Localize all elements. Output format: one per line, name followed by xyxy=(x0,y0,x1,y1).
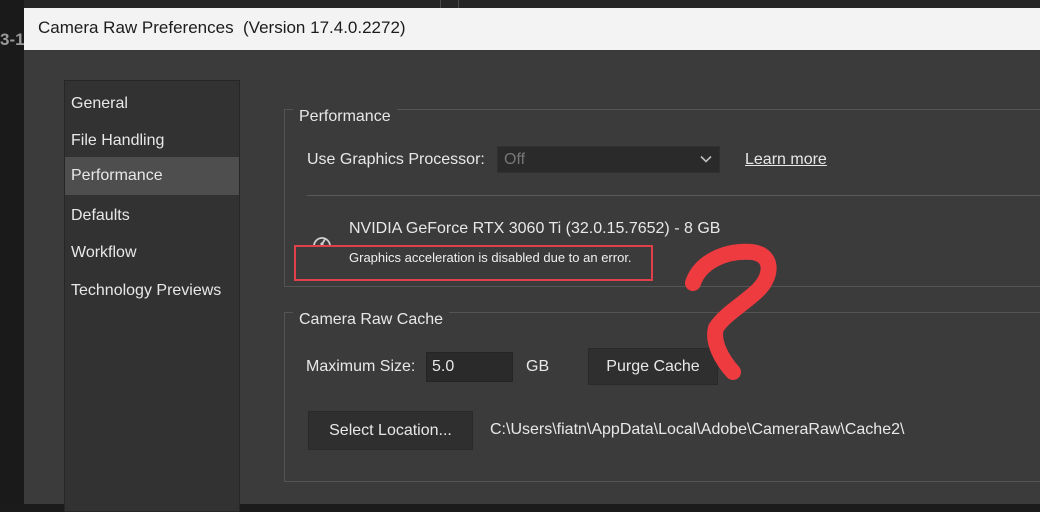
question-mark-annotation xyxy=(685,243,777,380)
